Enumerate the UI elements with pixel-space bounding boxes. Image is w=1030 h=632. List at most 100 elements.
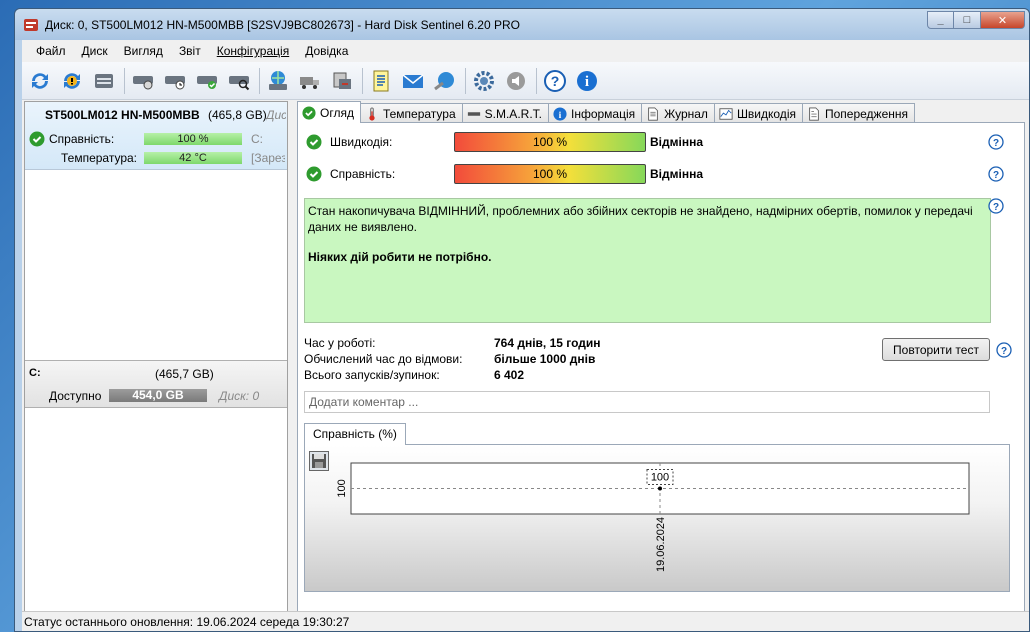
status-bar: Статус останнього оновлення: 19.06.2024 … [22,611,1029,631]
tab-performance[interactable]: Швидкодія [713,103,803,123]
tab-overview[interactable]: Огляд [297,101,361,123]
disk-search-icon[interactable] [224,66,254,96]
refresh-icon[interactable] [25,66,55,96]
help-icon[interactable]: ? [988,198,1004,214]
disk-name: ST500LM012 HN-M500MBB [45,108,200,122]
health-chart-frame: 100 19.06.2024 100 [304,444,1010,592]
backup-icon[interactable] [327,66,357,96]
tab-label: Огляд [320,105,354,120]
disk-icon [467,111,480,116]
help-icon[interactable]: ? [996,342,1012,358]
help-icon[interactable]: ? [540,66,570,96]
globe-disk-icon[interactable] [263,66,293,96]
tab-label: S.M.A.R.T. [484,106,542,121]
report-icon[interactable] [366,66,396,96]
disk-icon[interactable] [89,66,119,96]
app-icon [24,19,38,31]
chart-icon [719,107,733,120]
disk-temp-row: Температура: 42 °C [Зарезерв [29,149,285,167]
uptime-value: 764 днів, 15 годин [494,336,601,350]
x-tick-label: 19.06.2024 [655,517,667,572]
svg-text:?: ? [993,202,999,213]
menu-configuration[interactable]: Конфігурація [209,44,297,58]
data-point [658,486,662,491]
send-icon[interactable] [430,66,460,96]
chart-tab-health[interactable]: Справність (%) [304,423,406,445]
svg-text:?: ? [1001,346,1007,357]
svg-text:?: ? [551,73,560,89]
info-icon[interactable]: i [572,66,602,96]
retest-button[interactable]: Повторити тест [882,338,990,361]
minimize-button[interactable]: _ [927,11,954,29]
menu-report[interactable]: Звіт [171,44,209,58]
status-action: Ніяких дій робити не потрібно. [308,250,492,264]
tab-label: Інформація [570,106,636,121]
status-text: Стан накопичувача ВІДМІННИЙ, проблемних … [308,204,973,234]
starts-label: Всього запусків/зупинок: [304,368,440,382]
toolbar-separator [362,67,363,94]
disk-temp-label: Температура: [61,151,138,165]
starts-value: 6 402 [494,368,525,382]
tab-temperature[interactable]: Температура [359,103,463,123]
svg-text:i: i [559,109,562,120]
comment-input[interactable] [304,391,990,413]
disk-ok-icon[interactable] [192,66,222,96]
tab-smart[interactable]: S.M.A.R.T. [461,103,549,123]
volume-size: (465,7 GB) [155,367,214,381]
maximize-button[interactable]: □ [954,11,981,29]
svg-text:?: ? [993,138,999,149]
performance-rating: Відмінна [650,135,703,149]
uptime-label: Час у роботі: [304,336,376,350]
info-icon: i [553,106,567,120]
window-controls: _ □ ✕ [927,11,1025,29]
tab-label: Журнал [664,106,708,121]
tab-bar: Огляд Температура S.M.A.R.T. i Інформаці… [297,101,915,123]
toolbar-separator [124,67,125,94]
estimated-value: більше 1000 днів [494,352,596,366]
disk-clock-icon[interactable] [160,66,190,96]
estimated-label: Обчислений час до відмови: [304,352,463,366]
tab-label: Температура [382,106,456,121]
performance-label: Швидкодія: [330,135,393,149]
performance-row: Швидкодія: 100 % Відмінна [306,130,1006,154]
tab-log[interactable]: Журнал [641,103,715,123]
disk-check-icon[interactable] [128,66,158,96]
check-icon [306,166,322,182]
menu-help[interactable]: Довідка [297,44,356,58]
truck-icon[interactable] [295,66,325,96]
toolbar-separator [536,67,537,94]
svg-text:?: ? [993,170,999,181]
volume-card[interactable]: C: (465,7 GB) Доступно 454,0 GB Диск: 0 [25,360,287,408]
close-button[interactable]: ✕ [981,11,1025,29]
client-area: Файл Диск Вигляд Звіт Конфігурація Довід… [22,40,1029,631]
disk-health-row: Справність: 100 % C: [29,130,285,148]
health-row: Справність: 100 % Відмінна [306,162,1006,186]
performance-bar: 100 % [454,132,646,152]
tab-information[interactable]: i Інформація [547,103,643,123]
title-bar[interactable]: Диск: 0, ST500LM012 HN-M500MBB [S2SVJ9BC… [15,9,1029,40]
overview-panel: Швидкодія: 100 % Відмінна ? Справність: … [297,122,1025,613]
disk-extra: Дис [266,108,286,122]
help-icon[interactable]: ? [988,166,1004,182]
volume-available-label: Доступно [49,389,102,403]
app-window: Диск: 0, ST500LM012 HN-M500MBB [S2SVJ9BC… [14,8,1030,632]
details-pane: Огляд Температура S.M.A.R.T. i Інформаці… [293,101,1025,613]
sound-icon[interactable] [501,66,531,96]
disk-card[interactable]: ST500LM012 HN-M500MBB (465,8 GB) Дис Спр… [25,102,287,170]
status-description: Стан накопичувача ВІДМІННИЙ, проблемних … [304,198,991,323]
help-icon[interactable]: ? [988,134,1004,150]
mail-icon[interactable] [398,66,428,96]
tab-alerts[interactable]: Попередження [801,103,915,123]
window-title: Диск: 0, ST500LM012 HN-M500MBB [S2SVJ9BC… [45,18,520,32]
thermometer-icon [369,106,375,121]
data-label: 100 [651,472,669,484]
menu-view[interactable]: Вигляд [116,44,171,58]
menu-file[interactable]: Файл [28,44,74,58]
tab-label: Попередження [824,106,908,121]
alert-document-icon [809,106,819,121]
disk-list-pane: ST500LM012 HN-M500MBB (465,8 GB) Дис Спр… [24,101,288,613]
gear-icon[interactable] [469,66,499,96]
volume-letter: C: [29,367,41,379]
refresh-warning-icon[interactable] [57,66,87,96]
menu-disk[interactable]: Диск [74,44,116,58]
